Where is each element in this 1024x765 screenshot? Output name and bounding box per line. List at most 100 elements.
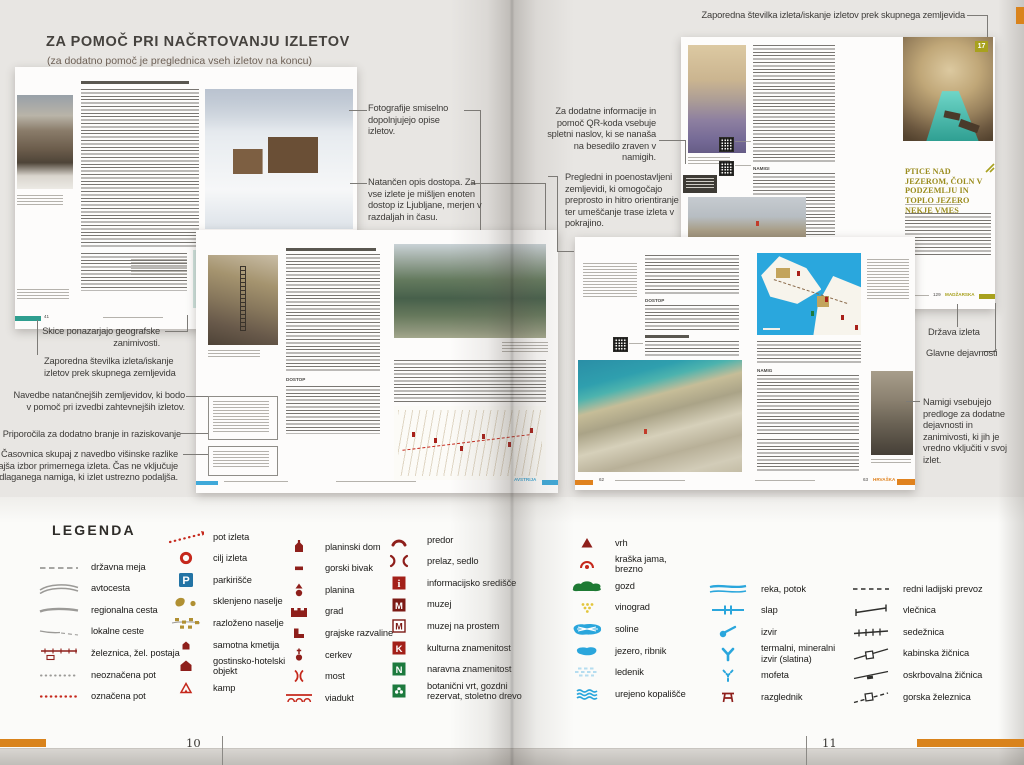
island-overview-map bbox=[757, 253, 861, 335]
info-centre-icon: i bbox=[380, 575, 418, 591]
legend-column-sights: predorprelaz, sedloiinformacijsko središ… bbox=[380, 529, 531, 702]
legend-item: kabinska žičnica bbox=[848, 643, 1005, 665]
legend-item-label: urejeno kopališče bbox=[606, 689, 695, 699]
qr-code bbox=[719, 161, 734, 176]
corner-accent-bar bbox=[917, 739, 1024, 747]
greeked-text-block bbox=[867, 259, 909, 299]
legend-item-label: gozd bbox=[606, 581, 695, 591]
decor bbox=[575, 600, 599, 616]
decor bbox=[172, 594, 200, 610]
country-footer-label: HRVAŠKA bbox=[873, 478, 895, 483]
legend-item-label: botanični vrt, gozdni rezervat, stoletno… bbox=[418, 681, 531, 702]
decor bbox=[387, 553, 411, 569]
legend-item: gozd bbox=[568, 575, 695, 597]
decor bbox=[190, 600, 195, 605]
decor: K bbox=[391, 640, 407, 656]
page-subtitle: (za dodatno pomoč je preglednica vseh iz… bbox=[47, 55, 312, 67]
annotation-country: Država izleta bbox=[928, 327, 980, 339]
mountain-railway-icon bbox=[848, 689, 894, 705]
bridge-icon bbox=[282, 668, 316, 684]
greeked-heading bbox=[81, 81, 189, 84]
decor bbox=[710, 586, 746, 587]
decor: M bbox=[391, 597, 407, 613]
legend-item: botanični vrt, gozdni rezervat, stoletno… bbox=[380, 680, 531, 702]
decor bbox=[577, 647, 597, 655]
decor bbox=[295, 567, 303, 571]
connector-line bbox=[995, 303, 996, 352]
decor bbox=[776, 268, 790, 278]
decor bbox=[188, 626, 192, 629]
trail-map-sketch bbox=[394, 406, 546, 480]
photo-caption-box bbox=[683, 175, 717, 193]
decor bbox=[175, 618, 179, 621]
legend-item-label: kamp bbox=[204, 683, 293, 693]
decor bbox=[582, 603, 585, 606]
decor bbox=[851, 602, 891, 618]
decor bbox=[588, 606, 591, 609]
map-markers bbox=[797, 271, 800, 276]
decor bbox=[181, 661, 192, 672]
cable-car-icon bbox=[848, 646, 894, 662]
decor bbox=[289, 604, 309, 620]
annotation-detailed-maps: Navedbe natančnejših zemljevidov, ki bod… bbox=[10, 390, 185, 413]
greeked-text-block bbox=[81, 89, 199, 247]
legend-item: Kkulturna znamenitost bbox=[380, 637, 531, 659]
decor bbox=[572, 664, 602, 680]
legend-item-label: oskrbovalna žičnica bbox=[894, 670, 1005, 680]
decor bbox=[726, 627, 736, 632]
decor bbox=[291, 539, 307, 555]
photo-cave-lake-boats bbox=[903, 37, 993, 141]
decor bbox=[291, 582, 307, 598]
decor bbox=[573, 581, 601, 591]
decor bbox=[398, 690, 400, 692]
legend-item-label: predor bbox=[418, 535, 531, 545]
decor bbox=[391, 683, 407, 699]
decor bbox=[577, 693, 597, 695]
viewpoint-icon bbox=[704, 689, 752, 705]
decor bbox=[180, 626, 184, 629]
decor bbox=[178, 637, 194, 653]
trip-goal-icon bbox=[168, 550, 204, 566]
decor bbox=[718, 689, 738, 705]
legend-item: izvir bbox=[704, 621, 853, 643]
country-footer-label: AVSTRIJA bbox=[514, 478, 536, 483]
decor bbox=[184, 689, 188, 692]
connector-line bbox=[181, 433, 208, 434]
legend-item: vlečnica bbox=[848, 600, 1005, 622]
footer-divider bbox=[222, 736, 223, 765]
local-road-icon bbox=[36, 624, 82, 640]
annotation-trip-number-left: Zaporedna številka izleta/iskanje izleto… bbox=[44, 356, 194, 379]
decor bbox=[570, 621, 604, 637]
connector-line bbox=[659, 140, 685, 141]
trip-number-badge: 17 bbox=[975, 41, 988, 52]
legend-item-label: vinograd bbox=[606, 602, 695, 612]
mini-page-number: 41 bbox=[44, 315, 49, 320]
legend-item: redni ladijski prevoz bbox=[848, 578, 1005, 600]
legend-item: sedežnica bbox=[848, 621, 1005, 643]
legend-item-label: gorska železnica bbox=[894, 692, 1005, 702]
decor bbox=[577, 690, 597, 692]
legend-item-label: kraška jama, brezno bbox=[606, 554, 695, 575]
decor: i bbox=[398, 579, 401, 590]
decor bbox=[851, 646, 891, 662]
annotation-activities: Glavne dejavnosti bbox=[926, 348, 997, 360]
decor bbox=[761, 256, 821, 304]
connector-line bbox=[957, 304, 958, 327]
decor bbox=[391, 556, 394, 566]
pass-saddle-icon bbox=[380, 553, 418, 569]
legend-item-label: kulturna znamenitost bbox=[418, 643, 531, 653]
connector-line bbox=[906, 401, 920, 402]
legend-item-label: ledenik bbox=[606, 667, 695, 677]
decor bbox=[295, 671, 298, 682]
decor bbox=[181, 554, 190, 563]
legend-item-label: izvir bbox=[752, 627, 853, 637]
scattered-settlement-icon bbox=[168, 615, 204, 631]
legend-item: kamp bbox=[168, 677, 293, 699]
decor bbox=[39, 602, 79, 618]
decor bbox=[170, 534, 202, 542]
greeked-text-block bbox=[629, 343, 643, 345]
decor bbox=[61, 633, 78, 635]
greeked-heading bbox=[286, 248, 376, 251]
decor bbox=[395, 690, 398, 693]
greeked-text-block bbox=[905, 213, 991, 257]
